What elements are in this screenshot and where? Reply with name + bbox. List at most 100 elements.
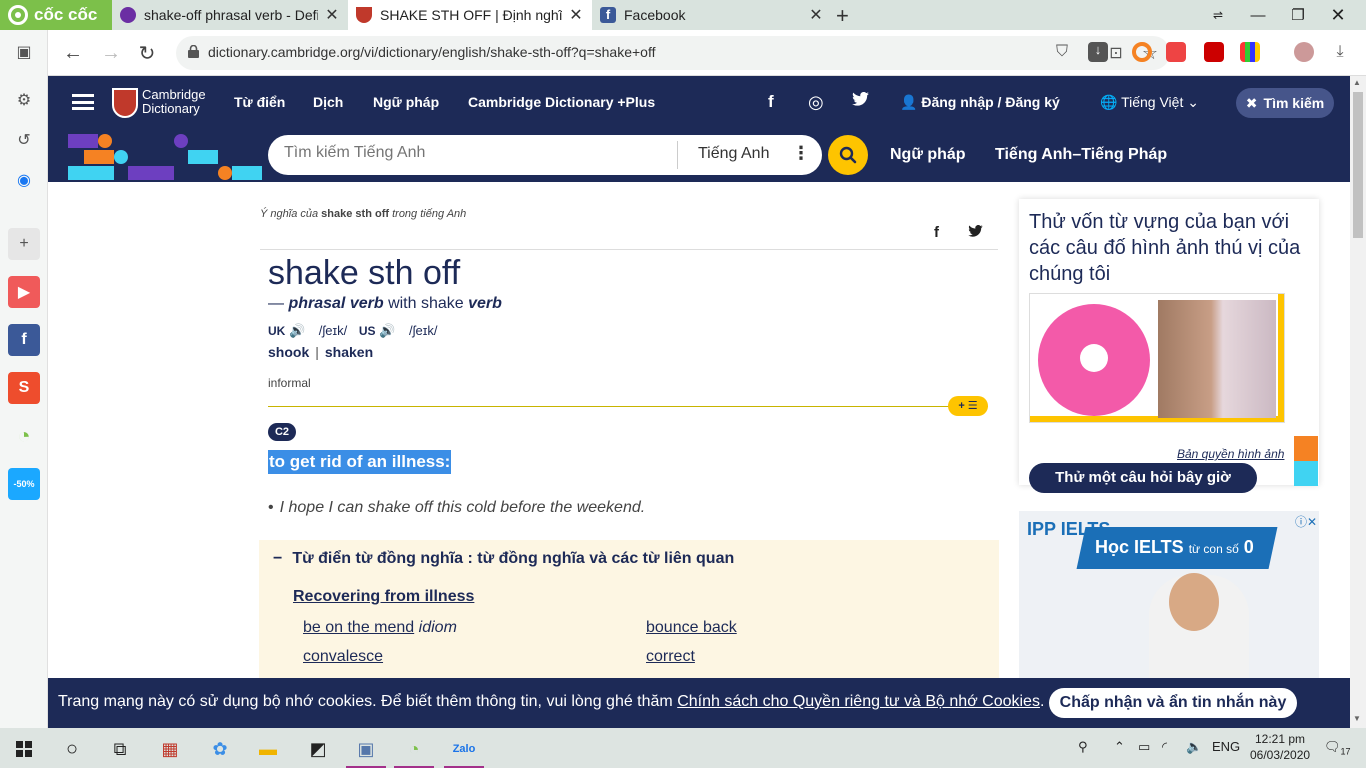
taskbar-clock[interactable]: 12:21 pm 06/03/2020: [1250, 731, 1310, 763]
us-ipa: /ʃeɪk/: [409, 323, 438, 338]
taskbar-app-icon[interactable]: ▦: [148, 732, 192, 766]
facebook-social-icon[interactable]: f: [768, 92, 774, 112]
try-quiz-button[interactable]: Thử một câu hỏi bây giờ: [1029, 463, 1257, 493]
uk-audio-icon[interactable]: 🔊: [289, 323, 305, 338]
network-icon[interactable]: ◜: [1162, 739, 1167, 755]
close-tab-icon[interactable]: ✕: [568, 5, 584, 25]
decor-shape: [98, 134, 112, 148]
scrollbar-thumb[interactable]: [1353, 92, 1363, 238]
dictionary-language-selector[interactable]: Tiếng Anh: [698, 145, 769, 163]
tab-cambridge-active[interactable]: SHAKE STH OFF | Định nghĩa ✕: [348, 0, 592, 30]
thesaurus-category-link[interactable]: Recovering from illness: [293, 588, 474, 606]
close-search-button[interactable]: ✖ Tìm kiếm: [1236, 88, 1334, 118]
maximize-button[interactable]: ❐: [1278, 0, 1318, 30]
settings-gear-icon[interactable]: ⚙: [8, 84, 40, 116]
tiki-icon[interactable]: -50%: [8, 468, 40, 500]
nav-grammar[interactable]: Ngữ pháp: [373, 94, 439, 110]
forward-button[interactable]: →: [98, 40, 124, 66]
synonym-link[interactable]: be on the mend idiom: [303, 619, 457, 637]
tab-shake-off-definition[interactable]: shake-off phrasal verb - Defin ✕: [112, 0, 348, 30]
language-selector[interactable]: 🌐 Tiếng Việt ⌄: [1100, 94, 1199, 111]
quiz-card: Thử vốn từ vựng của bạn với các câu đố h…: [1019, 199, 1319, 493]
battery-icon[interactable]: ▭: [1138, 739, 1150, 755]
subnav-english-french[interactable]: Tiếng Anh–Tiếng Pháp: [995, 146, 1167, 164]
part-of-speech: — phrasal verb with shake verb: [268, 295, 502, 313]
pos-with[interactable]: with shake: [388, 295, 464, 312]
nav-dictionary[interactable]: Từ điển: [234, 94, 285, 110]
zalo-icon[interactable]: Zalo: [442, 732, 486, 768]
new-tab-button[interactable]: +: [836, 3, 849, 29]
nav-plus[interactable]: Cambridge Dictionary +Plus: [468, 94, 655, 110]
taskbar-app-icon[interactable]: ▣: [344, 732, 388, 768]
taskbar-app-icon[interactable]: ✿: [198, 732, 242, 766]
add-sidebar-app-icon[interactable]: +: [8, 228, 40, 260]
thesaurus-title[interactable]: − Từ điển từ đồng nghĩa : từ đồng nghĩa v…: [273, 550, 734, 568]
us-audio-icon[interactable]: 🔊: [379, 323, 395, 338]
close-window-button[interactable]: ✕: [1318, 0, 1358, 30]
instagram-icon[interactable]: ◎: [808, 92, 824, 113]
close-tab-icon[interactable]: ✕: [808, 5, 824, 25]
profile-avatar[interactable]: [1294, 42, 1314, 62]
search-button[interactable]: [828, 135, 868, 175]
privacy-policy-link[interactable]: Chính sách cho Quyền riêng tư và Bộ nhớ …: [677, 693, 1040, 710]
image-copyright-link[interactable]: Bản quyền hình ảnh: [1177, 447, 1284, 461]
coccoc-taskbar-icon[interactable]: ◔: [392, 732, 436, 768]
file-explorer-icon[interactable]: ▬: [246, 732, 290, 766]
scroll-up-arrow-icon[interactable]: ▲: [1353, 78, 1361, 87]
close-tab-icon[interactable]: ✕: [324, 5, 340, 25]
facebook-sidebar-icon[interactable]: f: [8, 324, 40, 356]
synonym-link[interactable]: bounce back: [646, 619, 737, 637]
page-scrollbar[interactable]: ▲ ▼: [1350, 76, 1366, 728]
download-icon[interactable]: ↓: [1088, 42, 1108, 62]
address-bar[interactable]: dictionary.cambridge.org/vi/dictionary/e…: [176, 36, 1170, 70]
share-facebook-icon[interactable]: f: [934, 224, 939, 241]
add-to-wordlist-button[interactable]: + ☰: [948, 396, 988, 416]
reload-button[interactable]: ↻: [134, 40, 160, 66]
tray-chevron-up-icon[interactable]: ⌃: [1114, 739, 1125, 755]
tab-search-icon[interactable]: ⇌: [1198, 0, 1238, 30]
history-icon[interactable]: ↺: [8, 124, 40, 156]
more-options-icon[interactable]: ⋮: [792, 143, 810, 164]
ad-close-icon[interactable]: ⓘ✕: [1295, 513, 1317, 530]
task-view-icon[interactable]: ⧉: [98, 732, 142, 766]
extension-color-icon[interactable]: [1240, 42, 1260, 62]
extension-red-icon[interactable]: [1204, 42, 1224, 62]
twitter-icon[interactable]: [852, 91, 869, 110]
synonym-link[interactable]: correct: [646, 648, 695, 666]
coccoc-menu-button[interactable]: cốc cốc: [0, 0, 112, 30]
people-icon[interactable]: ⚲: [1078, 739, 1088, 755]
downloads-icon[interactable]: ⤓: [1330, 43, 1350, 63]
synonym-link[interactable]: convalesce: [303, 648, 383, 666]
translate-icon[interactable]: ⊡: [1106, 43, 1126, 63]
extension-new-icon[interactable]: [1166, 42, 1186, 62]
notification-center-icon[interactable]: 🗨17: [1324, 739, 1351, 757]
subnav-grammar[interactable]: Ngữ pháp: [890, 146, 966, 164]
youtube-icon[interactable]: ▶: [8, 276, 40, 308]
shield-icon[interactable]: ⛉: [1052, 43, 1072, 63]
back-button[interactable]: ←: [60, 40, 86, 66]
quiz-title: Thử vốn từ vựng của bạn với các câu đố h…: [1029, 211, 1301, 285]
accept-cookies-button[interactable]: Chấp nhận và ẩn tin nhắn này: [1049, 688, 1297, 718]
sidebar-toggle-icon[interactable]: ▣: [8, 36, 40, 68]
search-circle-icon[interactable]: ○: [50, 732, 94, 766]
site-logo-text[interactable]: Cambridge Dictionary: [142, 88, 206, 116]
messenger-icon[interactable]: ◉: [8, 164, 40, 196]
coccoc-green-icon[interactable]: ◔: [8, 420, 40, 452]
tab-facebook[interactable]: f Facebook ✕: [592, 0, 832, 30]
login-link[interactable]: 👤 Đăng nhập / Đăng ký: [900, 94, 1060, 111]
quiz-image[interactable]: [1029, 293, 1285, 423]
menu-hamburger-icon[interactable]: [72, 94, 94, 110]
input-language[interactable]: ENG: [1212, 739, 1240, 754]
scroll-down-arrow-icon[interactable]: ▼: [1353, 714, 1361, 723]
extension-orange-icon[interactable]: [1132, 42, 1152, 62]
sticky-notes-icon[interactable]: ◩: [296, 732, 340, 766]
share-twitter-icon[interactable]: [968, 224, 983, 241]
shopee-icon[interactable]: S: [8, 372, 40, 404]
collapse-icon[interactable]: −: [273, 550, 282, 567]
cambridge-crest-logo[interactable]: [112, 88, 138, 118]
windows-start-icon[interactable]: [2, 732, 46, 766]
volume-icon[interactable]: 🔈: [1186, 739, 1202, 755]
search-input[interactable]: [284, 144, 674, 162]
minimize-button[interactable]: —: [1238, 0, 1278, 30]
nav-translate[interactable]: Dịch: [313, 94, 343, 110]
